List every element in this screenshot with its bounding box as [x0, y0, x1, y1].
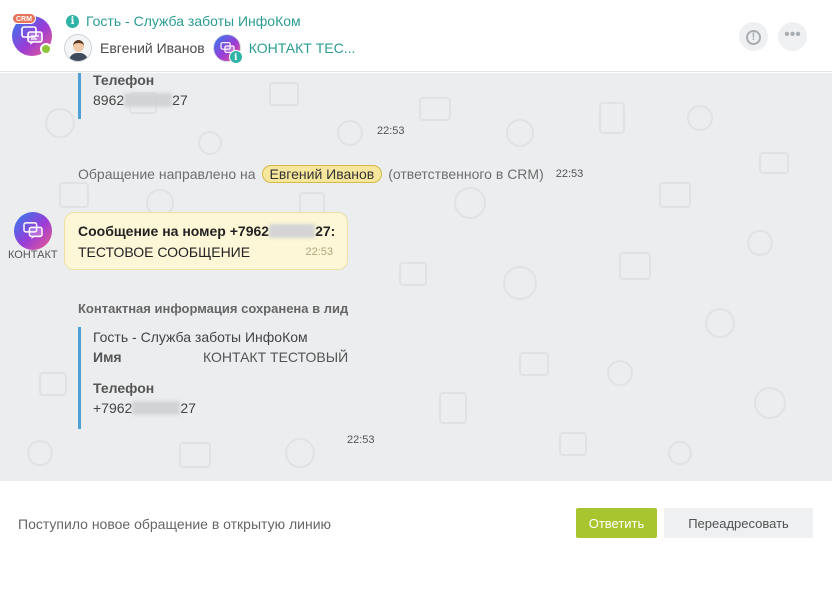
- online-status-dot: [40, 43, 52, 55]
- name-value: КОНТАКТ ТЕСТОВЫЙ: [203, 349, 349, 365]
- forward-button[interactable]: Переадресовать: [664, 508, 813, 538]
- chat-messages[interactable]: Телефон 8962 27 22:53 Обращение направлен…: [0, 73, 832, 481]
- more-button[interactable]: •••: [778, 22, 807, 51]
- redacted-digits: [132, 401, 181, 415]
- phone-label: Телефон: [93, 380, 155, 396]
- saved-info-title: Контактная информация сохранена в лид: [78, 301, 349, 316]
- message-time: 22:53: [555, 168, 584, 180]
- alert-button[interactable]: !: [739, 22, 768, 51]
- system-message-prefix: Обращение направлено на: [78, 166, 256, 182]
- contact-message-bubble[interactable]: Сообщение на номер +7962 27: ТЕСТОВОЕ СОО…: [64, 212, 348, 270]
- alert-circle-icon: !: [746, 30, 761, 45]
- message-text: ТЕСТОВОЕ СООБЩЕНИЕ: [78, 244, 251, 260]
- contact-link[interactable]: КОНТАКТ ТЕС...: [249, 40, 356, 56]
- crm-badge: CRM: [12, 13, 36, 24]
- contact-message-avatar[interactable]: [14, 212, 52, 250]
- contact-message-sender: КОНТАКТ: [8, 249, 58, 261]
- phone-value: 8962 27: [93, 92, 188, 108]
- chat-title[interactable]: Гость - Служба заботы ИнфоКом: [86, 13, 301, 29]
- operator-mention[interactable]: Евгений Иванов: [261, 165, 383, 183]
- quote-bar: [78, 73, 81, 119]
- answer-button[interactable]: Ответить: [576, 508, 657, 538]
- phone-label: Телефон: [93, 73, 155, 88]
- contact-info-icon[interactable]: i: [228, 50, 243, 64]
- saved-source: Гость - Служба заботы ИнфоКом: [93, 329, 308, 345]
- redacted-digits: [269, 224, 316, 238]
- chat-footer: Поступило новое обращение в открытую лин…: [0, 481, 832, 593]
- new-request-status: Поступило новое обращение в открытую лин…: [18, 516, 332, 532]
- operator-avatar[interactable]: [64, 34, 92, 62]
- contact-avatar[interactable]: i: [212, 34, 243, 64]
- chat-bubbles-icon: [23, 222, 43, 240]
- message-time: 22:53: [377, 125, 405, 137]
- chat-bubbles-icon: [21, 26, 43, 45]
- message-time: 22:53: [305, 246, 333, 258]
- chat-header: CRM i Гость - Служба заботы ИнфоКом Евге…: [0, 0, 832, 72]
- message-title: Сообщение на номер +7962 27:: [78, 223, 336, 239]
- info-icon[interactable]: i: [66, 14, 79, 28]
- system-message: Обращение направлено на Евгений Иванов (…: [78, 165, 583, 183]
- chat-title-row[interactable]: i Гость - Служба заботы ИнфоКом: [66, 12, 301, 30]
- message-time: 22:53: [347, 434, 375, 446]
- system-message-suffix: (ответственного в CRM): [388, 166, 544, 182]
- redacted-digits: [124, 93, 173, 107]
- operator-name[interactable]: Евгений Иванов: [100, 40, 205, 56]
- chat-participants: Евгений Иванов i КОНТАКТ ТЕС...: [64, 34, 356, 64]
- more-dots-icon: •••: [784, 26, 801, 43]
- chat-background-pattern: [27, 82, 789, 468]
- quote-bar: [78, 327, 81, 429]
- name-label: Имя: [93, 349, 122, 365]
- phone-value: +7962 27: [93, 400, 196, 416]
